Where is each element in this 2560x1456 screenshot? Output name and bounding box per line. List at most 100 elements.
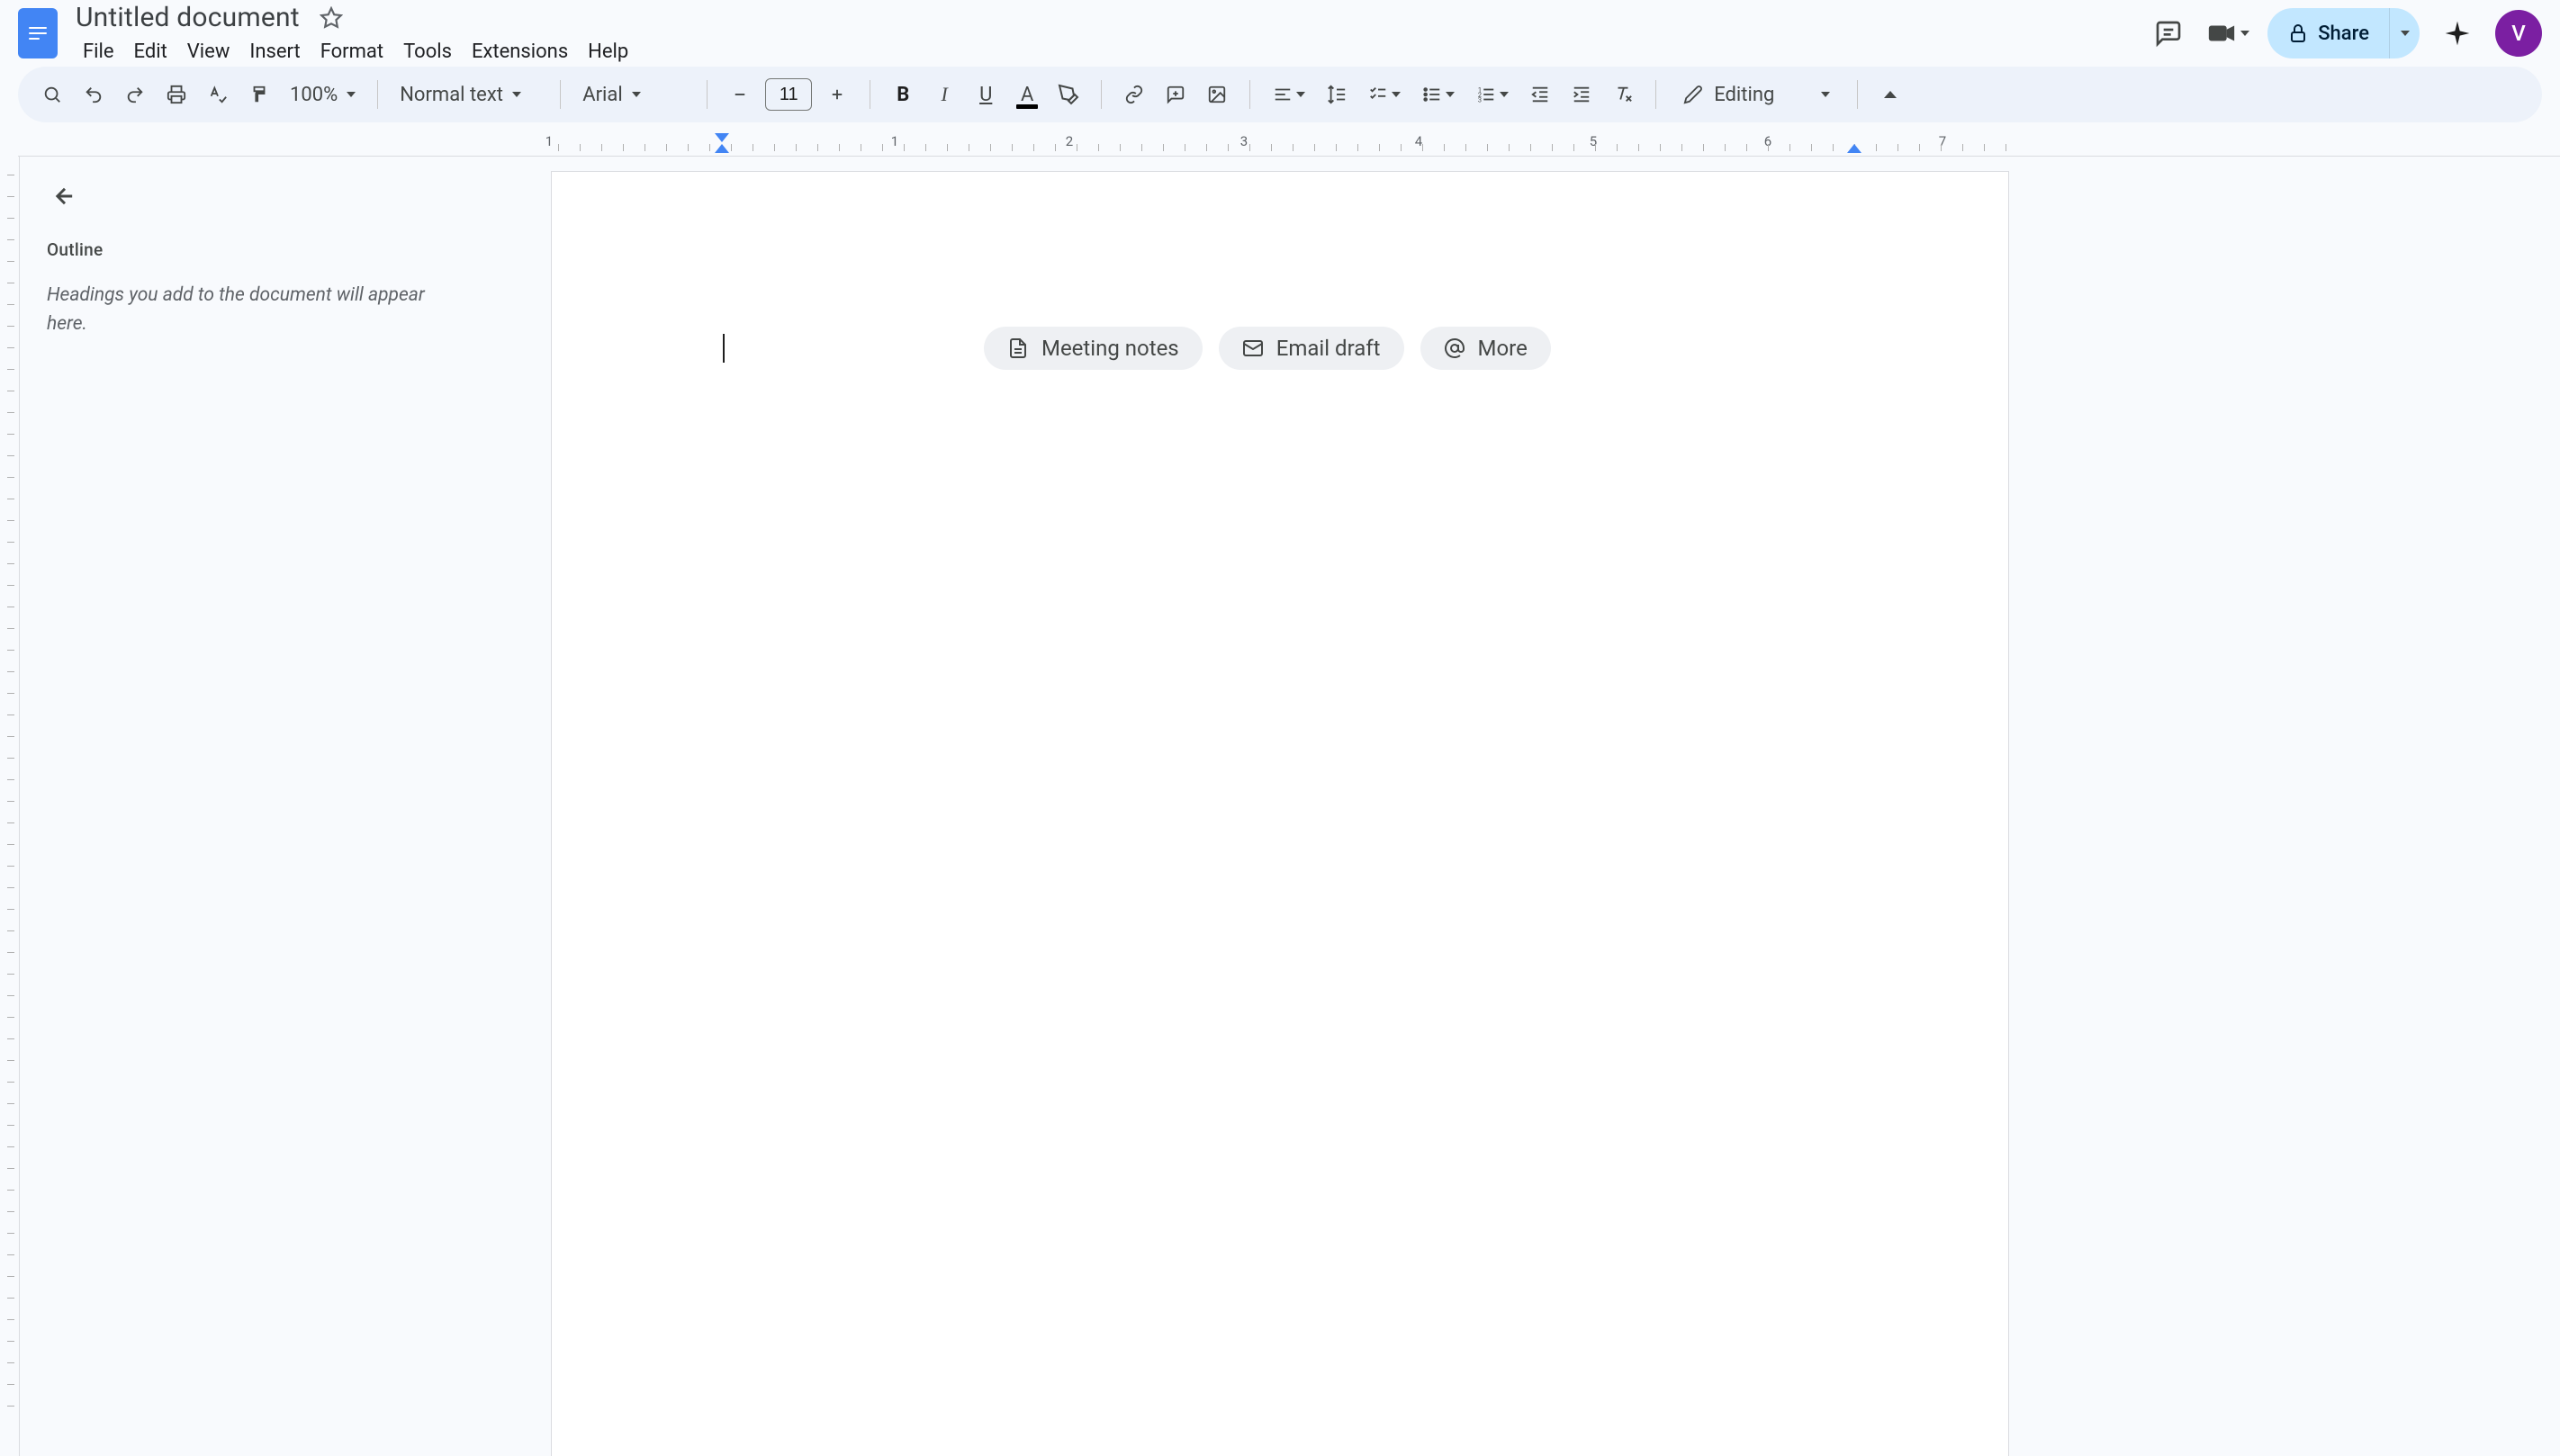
docs-icon-lines — [29, 27, 47, 40]
increase-indent-button[interactable] — [1564, 76, 1600, 112]
chevron-down-icon — [632, 92, 641, 97]
email-draft-chip[interactable]: Email draft — [1219, 327, 1404, 370]
chip-label: Meeting notes — [1041, 336, 1179, 361]
highlight-color-button[interactable] — [1050, 76, 1086, 112]
share-dropdown-button[interactable] — [2389, 8, 2420, 58]
editing-mode-button[interactable]: Editing — [1671, 84, 1843, 106]
decrease-indent-button[interactable] — [1522, 76, 1558, 112]
outline-title: Outline — [47, 239, 488, 260]
text-color-button[interactable]: A — [1009, 76, 1045, 112]
toolbar-separator — [707, 80, 708, 109]
chevron-down-icon — [347, 92, 356, 97]
chevron-up-icon — [1884, 91, 1897, 98]
title-block: Untitled document File Edit View Insert … — [70, 0, 637, 67]
chevron-down-icon — [1392, 92, 1401, 97]
chevron-down-icon — [1500, 92, 1509, 97]
ruler-number: 2 — [1066, 133, 1073, 149]
bold-button[interactable]: B — [885, 76, 921, 112]
insert-link-button[interactable] — [1116, 76, 1152, 112]
menu-tools[interactable]: Tools — [394, 37, 461, 67]
menu-extensions[interactable]: Extensions — [463, 37, 577, 67]
chevron-down-icon — [1446, 92, 1455, 97]
undo-button[interactable] — [76, 76, 112, 112]
insert-image-button[interactable] — [1199, 76, 1235, 112]
menu-file[interactable]: File — [74, 37, 123, 67]
more-chip[interactable]: More — [1420, 327, 1551, 370]
close-outline-button[interactable] — [47, 178, 83, 214]
gemini-button[interactable] — [2438, 13, 2477, 53]
vertical-ruler[interactable] — [0, 157, 20, 1456]
toolbar-separator — [1249, 80, 1250, 109]
document-icon — [1007, 337, 1029, 359]
ruler-number: 1 — [891, 133, 898, 149]
left-indent-marker[interactable] — [715, 144, 729, 153]
right-indent-marker[interactable] — [1847, 144, 1861, 153]
font-size-input[interactable] — [765, 78, 812, 111]
ruler-number: 3 — [1240, 133, 1248, 149]
document-canvas[interactable]: Meeting notes Email draft More — [515, 157, 2560, 1456]
paint-format-button[interactable] — [241, 76, 277, 112]
menu-help[interactable]: Help — [579, 37, 637, 67]
email-icon — [1242, 337, 1264, 359]
document-title-input[interactable]: Untitled document — [70, 0, 305, 35]
app-header: Untitled document File Edit View Insert … — [0, 0, 2560, 58]
menu-insert[interactable]: Insert — [240, 37, 309, 67]
redo-button[interactable] — [117, 76, 153, 112]
chip-label: Email draft — [1276, 336, 1381, 361]
menu-edit[interactable]: Edit — [125, 37, 176, 67]
body-area: Outline Headings you add to the document… — [0, 157, 2560, 1456]
horizontal-ruler[interactable]: 11234567 — [18, 131, 2560, 157]
title-row: Untitled document — [70, 0, 637, 35]
account-avatar[interactable]: V — [2495, 10, 2542, 57]
numbered-list-button[interactable]: 123 — [1468, 76, 1517, 112]
ruler-number: 4 — [1415, 133, 1422, 149]
first-line-indent-marker[interactable] — [715, 133, 729, 142]
toolbar-separator — [377, 80, 378, 109]
increase-font-size-button[interactable] — [819, 76, 855, 112]
spellcheck-button[interactable] — [200, 76, 236, 112]
ruler-number: 1 — [545, 133, 553, 149]
docs-app-icon[interactable] — [18, 8, 58, 58]
add-comment-button[interactable] — [1158, 76, 1194, 112]
decrease-font-size-button[interactable] — [722, 76, 758, 112]
toolbar-separator — [560, 80, 561, 109]
search-menus-button[interactable] — [34, 76, 70, 112]
meeting-notes-chip[interactable]: Meeting notes — [984, 327, 1203, 370]
menu-bar: File Edit View Insert Format Tools Exten… — [70, 37, 637, 67]
font-size-group — [722, 76, 855, 112]
star-icon[interactable] — [320, 6, 343, 30]
menu-format[interactable]: Format — [311, 37, 392, 67]
editing-mode-label: Editing — [1714, 84, 1774, 106]
toolbar-separator — [1101, 80, 1102, 109]
document-page[interactable]: Meeting notes Email draft More — [551, 171, 2009, 1456]
header-right: Share V — [2149, 8, 2542, 58]
chip-label: More — [1478, 336, 1528, 361]
share-label: Share — [2318, 22, 2369, 45]
at-icon — [1444, 337, 1465, 359]
paragraph-style-select[interactable]: Normal text — [392, 84, 545, 106]
collapse-toolbar-button[interactable] — [1872, 76, 1908, 112]
clear-formatting-button[interactable] — [1605, 76, 1641, 112]
checklist-button[interactable] — [1360, 76, 1409, 112]
toolbar-separator — [1655, 80, 1656, 109]
avatar-initial: V — [2511, 21, 2526, 46]
align-button[interactable] — [1265, 76, 1313, 112]
text-cursor — [723, 334, 725, 363]
share-button-group: Share — [2267, 8, 2420, 58]
menu-view[interactable]: View — [178, 37, 239, 67]
share-button[interactable]: Share — [2267, 8, 2389, 58]
zoom-value: 100% — [290, 84, 338, 106]
underline-button[interactable]: U — [968, 76, 1004, 112]
print-button[interactable] — [158, 76, 194, 112]
meet-button[interactable] — [2206, 18, 2249, 49]
italic-button[interactable]: I — [926, 76, 962, 112]
comment-history-button[interactable] — [2149, 13, 2188, 53]
line-spacing-button[interactable] — [1319, 76, 1355, 112]
zoom-select[interactable]: 100% — [283, 84, 363, 106]
toolbar-separator — [1857, 80, 1858, 109]
chevron-down-icon — [1821, 92, 1830, 97]
toolbar: 100% Normal text Arial B I U A — [18, 67, 2542, 122]
font-family-select[interactable]: Arial — [575, 84, 692, 106]
bulleted-list-button[interactable] — [1414, 76, 1463, 112]
chevron-down-icon — [2401, 31, 2410, 36]
